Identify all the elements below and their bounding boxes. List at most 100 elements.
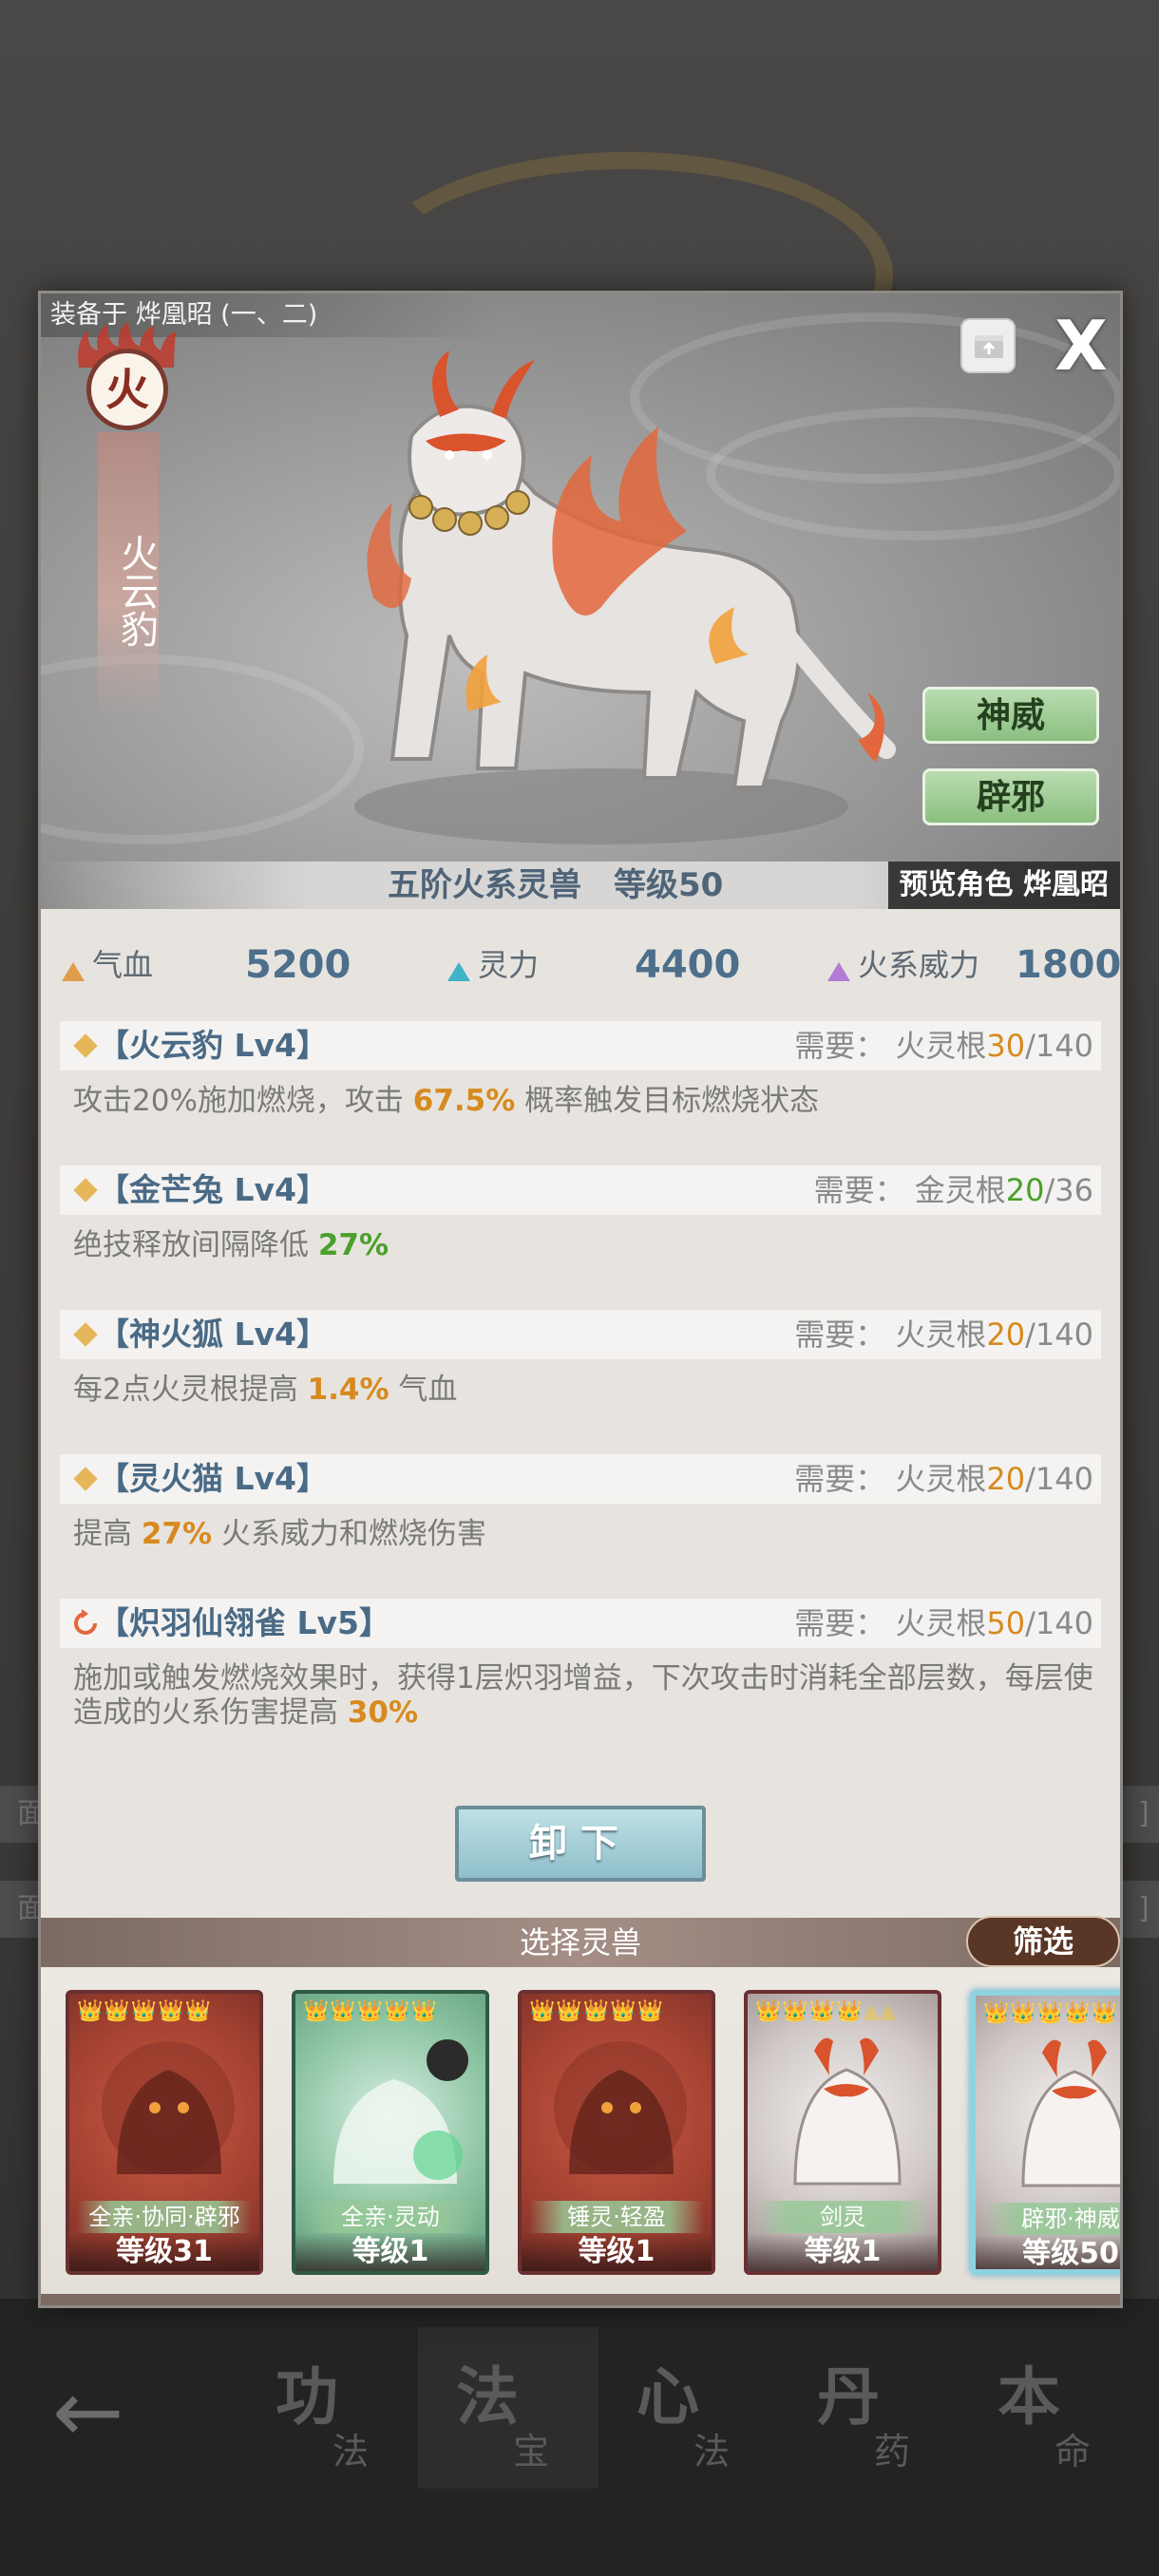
rank-level-text: 五阶火系灵兽 等级50 — [388, 866, 724, 904]
card-tags: 辟邪·神威 — [983, 2203, 1120, 2235]
diamond-icon — [73, 1322, 98, 1347]
desc-text: 气血 — [389, 1373, 458, 1407]
stats-row: 气血 5200 灵力 4400 火系威力 1800 — [41, 932, 1120, 998]
stat-hp: 气血 — [62, 932, 153, 998]
tab-big-char: 丹 — [817, 2359, 880, 2434]
select-beast-bar: 选择灵兽 — [41, 1918, 1120, 1967]
desc-text: 火系威力和燃烧伤害 — [212, 1517, 486, 1551]
triangle-icon — [447, 961, 470, 981]
beast-card[interactable]: 👑👑👑👑▲▲ 剑灵 等级1 — [744, 1990, 941, 2275]
filter-button[interactable]: 筛选 — [966, 1916, 1120, 1967]
beast-card-list[interactable]: 👑👑👑👑👑 全亲·协同·辟邪 等级31 👑👑👑👑👑 全亲·灵动 等级1 👑👑👑👑… — [41, 1967, 1120, 2300]
select-beast-title: 选择灵兽 — [519, 1924, 641, 1960]
fire-leopard-illustration — [354, 350, 896, 844]
desc-text: 提高 — [73, 1517, 142, 1551]
crowns: 👑👑👑👑👑 — [303, 1999, 438, 2023]
triangle-icon — [62, 961, 85, 981]
req-total: /36 — [1044, 1172, 1094, 1208]
skill-header: 【金芒兔 Lv4】 需要： 金灵根20/36 — [60, 1165, 1101, 1215]
skill-requirement: 需要： 火灵根30/140 — [794, 1021, 1093, 1070]
skill-description: 绝技释放间隔降低 27% — [73, 1228, 1099, 1262]
beast-portrait — [333, 2039, 468, 2184]
desc-text: 施加或触发燃烧效果时，获得1层炽羽增益，下次攻击时消耗全部层数，每层使造成的火系… — [73, 1661, 1093, 1730]
stat-value: 1800 — [1016, 943, 1122, 987]
diamond-icon — [73, 1467, 98, 1491]
unequip-button[interactable]: 卸下 — [455, 1806, 706, 1882]
rank-crowns-icon: 👑👑👑👑👑 — [983, 2001, 1118, 2026]
beast-card[interactable]: 👑👑👑👑👑 锤灵·轻盈 等级1 — [518, 1990, 715, 2275]
skill-requirement: 需要： 火灵根20/140 — [794, 1454, 1093, 1504]
desc-highlight: 67.5% — [412, 1084, 516, 1118]
req-label: 需要： 火灵根 — [794, 1605, 987, 1641]
req-current: 20 — [986, 1316, 1026, 1353]
beast-portrait — [102, 2041, 235, 2174]
req-current: 30 — [986, 1028, 1026, 1064]
stat-label: 气血 — [92, 947, 154, 983]
beast-card-selected[interactable]: 👑👑👑👑👑 辟邪·神威 等级50 — [970, 1990, 1120, 2275]
req-label: 需要： 火灵根 — [794, 1316, 987, 1353]
desc-highlight: 1.4% — [307, 1373, 390, 1407]
tab-big-char: 功 — [276, 2359, 338, 2434]
crowns-dim: ▲▲ — [863, 1999, 898, 2023]
req-total: /140 — [1025, 1316, 1093, 1353]
close-button[interactable]: X — [1048, 312, 1114, 380]
diamond-icon — [73, 1178, 98, 1203]
desc-highlight: 27% — [141, 1517, 213, 1551]
share-button[interactable] — [960, 318, 1016, 373]
bg-left-bar-2: 面 — [0, 1881, 46, 1938]
crowns: 👑👑👑👑👑 — [529, 1999, 664, 2023]
skill-bixie-button[interactable]: 辟邪 — [922, 768, 1099, 825]
bg-right-bar-2: ] — [1121, 1881, 1159, 1938]
back-arrow-icon[interactable]: ← — [52, 2365, 147, 2460]
tab-big-char: 法 — [456, 2359, 519, 2434]
tab-small-char: 法 — [332, 2431, 370, 2472]
crowns: 👑👑👑👑👑 — [983, 2001, 1118, 2025]
tab-gongfa[interactable]: 功 法 — [238, 2327, 418, 2489]
desc-text: 攻击20%施加燃烧，攻击 — [73, 1084, 413, 1118]
desc-text: 概率触发目标燃烧状态 — [515, 1084, 820, 1118]
card-level: 等级50 — [976, 2235, 1120, 2269]
bottom-nav: ← 功 法 法 宝 心 法 丹 药 本 命 — [0, 2299, 1159, 2576]
req-current: 20 — [986, 1461, 1026, 1497]
skill-requirement: 需要： 火灵根50/140 — [794, 1599, 1093, 1648]
beast-name-ribbon: 火云豹 — [98, 432, 159, 717]
req-total: /140 — [1025, 1605, 1093, 1641]
skill-description: 施加或触发燃烧效果时，获得1层炽羽增益，下次攻击时消耗全部层数，每层使造成的火系… — [73, 1661, 1099, 1730]
skill-title: 【神火狐 Lv4】 — [98, 1316, 328, 1353]
tab-xinfa[interactable]: 心 法 — [598, 2327, 779, 2489]
skill-header: 【火云豹 Lv4】 需要： 火灵根30/140 — [60, 1021, 1101, 1070]
stat-fire-power: 火系威力 — [827, 932, 979, 998]
preview-character-label[interactable]: 预览角色 烨凰昭 — [887, 862, 1120, 909]
tab-big-char: 心 — [636, 2359, 699, 2434]
tab-fabao[interactable]: 法 宝 — [418, 2327, 598, 2489]
req-label: 需要： 金灵根 — [813, 1172, 1006, 1208]
req-total: /140 — [1025, 1461, 1093, 1497]
card-level: 等级1 — [295, 2233, 485, 2271]
skill-header: 【炽羽仙翎雀 Lv5】 需要： 火灵根50/140 — [60, 1599, 1101, 1648]
refresh-icon — [74, 1609, 97, 1635]
skill-description: 每2点火灵根提高 1.4% 气血 — [73, 1373, 1099, 1407]
stat-mana: 灵力 — [447, 932, 539, 998]
stat-label: 灵力 — [478, 947, 540, 983]
card-level: 等级1 — [522, 2233, 712, 2271]
req-total: /140 — [1025, 1028, 1093, 1064]
rank-crowns-icon: 👑👑👑👑👑 — [77, 1999, 212, 2024]
card-level: 等级1 — [748, 2233, 938, 2271]
element-badge: 火 — [86, 349, 168, 430]
skill-title: 【炽羽仙翎雀 Lv5】 — [98, 1604, 390, 1641]
card-tags: 锤灵·轻盈 — [529, 2201, 704, 2233]
tab-danyao[interactable]: 丹 药 — [779, 2327, 960, 2489]
skill-title: 【火云豹 Lv4】 — [98, 1027, 328, 1064]
tab-benming[interactable]: 本 命 — [960, 2327, 1140, 2489]
req-label: 需要： 火灵根 — [794, 1028, 987, 1064]
beast-portrait — [1021, 2039, 1120, 2188]
beast-card[interactable]: 👑👑👑👑👑 全亲·协同·辟邪 等级31 — [66, 1990, 263, 2275]
beast-detail-dialog: 装备于 烨凰昭 (一、二) X 火 火云豹 神威 辟邪 五阶火系灵兽 等级50 … — [38, 291, 1123, 2308]
req-current: 50 — [986, 1605, 1026, 1641]
skill-shenwei-button[interactable]: 神威 — [922, 687, 1099, 744]
desc-highlight: 30% — [347, 1695, 419, 1730]
tab-small-char: 宝 — [513, 2431, 550, 2472]
beast-card[interactable]: 👑👑👑👑👑 全亲·灵动 等级1 — [292, 1990, 489, 2275]
crowns: 👑👑👑👑 — [755, 1999, 864, 2023]
skill-requirement: 需要： 金灵根20/36 — [814, 1165, 1093, 1215]
